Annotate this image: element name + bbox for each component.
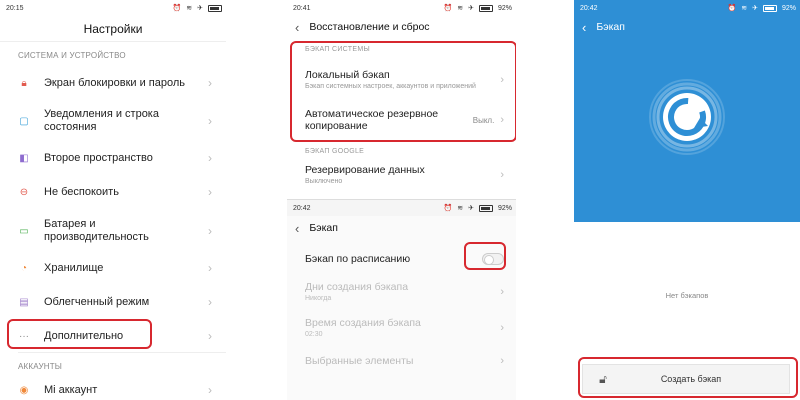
page-title: Бэкап: [596, 21, 625, 33]
chevron-right-icon: ›: [500, 355, 504, 367]
backup-days-title: Дни создания бэкапа: [305, 281, 409, 293]
section-header-system: СИСТЕМА И УСТРОЙСТВО: [18, 51, 126, 60]
chevron-right-icon: ›: [208, 295, 212, 309]
backup-screen: 20:42 ⏰ ≋ ✈ 92% ‹ Бэкап Нет бэкапов 🔓︎ С…: [574, 0, 800, 400]
data-backup-subtitle: Выключено: [305, 178, 343, 185]
storage-icon: ◔: [20, 262, 28, 274]
chevron-right-icon: ›: [208, 185, 212, 199]
settings-item[interactable]: ◧ Второе пространство ›: [0, 142, 226, 174]
airplane-icon: ✈: [468, 204, 474, 212]
settings-item-label: Хранилище: [44, 261, 104, 274]
highlight-more: [7, 319, 152, 349]
page-title: Бэкап: [309, 222, 338, 234]
alarm-icon: ⏰: [727, 4, 737, 12]
section-header-google-backup: БЭКАП GOOGLE: [305, 148, 365, 155]
backup-time-subtitle: 02:30: [305, 331, 323, 338]
second-space-icon: ◧: [19, 152, 29, 164]
chevron-right-icon: ›: [208, 383, 212, 397]
settings-item-label: Облегченный режим: [44, 295, 150, 308]
chevron-right-icon: ›: [500, 169, 504, 181]
back-arrow-icon[interactable]: ‹: [295, 20, 299, 35]
page-title: Настройки: [0, 16, 226, 42]
wifi-icon: ≋: [186, 4, 193, 12]
backup-settings-screen: 20:42 ⏰ ≋ ✈ 92% ‹ Бэкап Бэкап по расписа…: [287, 199, 516, 400]
chevron-right-icon: ›: [208, 224, 212, 238]
chevron-right-icon: ›: [208, 329, 212, 343]
back-arrow-icon[interactable]: ‹: [295, 221, 299, 236]
status-bar: 20:42 ⏰ ≋ ✈ 92%: [574, 0, 800, 16]
status-bar: 20:41 ⏰ ≋ ✈ 92%: [287, 0, 516, 16]
settings-item[interactable]: ⊖ Не беспокоить ›: [0, 174, 226, 210]
reset-screen: 20:41 ⏰ ≋ ✈ 92% ‹ Восстановление и сброс…: [287, 0, 516, 400]
back-arrow-icon[interactable]: ‹: [582, 20, 586, 35]
backup-days-subtitle: Никогда: [305, 295, 332, 302]
empty-state-text: Нет бэкапов: [665, 291, 709, 300]
page-title: Восстановление и сброс: [309, 21, 430, 33]
status-time: 20:41: [293, 4, 311, 12]
battery-icon: [478, 4, 493, 12]
settings-item[interactable]: 🔒︎ Экран блокировки и пароль ›: [0, 66, 226, 100]
lite-mode-icon: ▤: [19, 296, 29, 308]
alarm-icon: ⏰: [443, 204, 453, 212]
battery-icon: ▭: [19, 225, 29, 237]
settings-item-mi-account[interactable]: ◉ Mi аккаунт ›: [0, 379, 226, 400]
backup-time-item[interactable]: Время создания бэкапа 02:30 ›: [287, 310, 516, 346]
settings-item[interactable]: ▤ Облегченный режим ›: [0, 284, 226, 320]
settings-item-label: Второе пространство: [44, 151, 153, 164]
status-bar: 20:15 ⏰ ≋ ✈: [0, 0, 226, 16]
settings-item-label: Батарея и производительность: [44, 218, 149, 243]
data-backup-title: Резервирование данных: [305, 164, 425, 176]
status-bar: 20:42 ⏰ ≋ ✈ 92%: [287, 200, 516, 216]
wifi-icon: ≋: [457, 204, 464, 212]
chevron-right-icon: ›: [208, 76, 212, 90]
highlight-system-backup: [290, 41, 516, 142]
battery-icon: [478, 204, 493, 212]
chevron-right-icon: ›: [208, 261, 212, 275]
battery-icon: [762, 4, 777, 12]
scheduled-backup-title: Бэкап по расписанию: [305, 253, 411, 265]
settings-item-label: Уведомления и строка состояния: [44, 108, 159, 133]
battery-percent: 92%: [781, 4, 796, 12]
selected-items-title: Выбранные элементы: [305, 355, 414, 367]
section-header-accounts: АККАУНТЫ: [18, 362, 63, 371]
status-time: 20:15: [6, 4, 24, 12]
airplane-icon: ✈: [468, 4, 474, 12]
wifi-icon: ≋: [457, 4, 464, 12]
battery-icon: [208, 4, 222, 12]
backup-sync-icon: [648, 78, 726, 156]
chevron-right-icon: ›: [500, 286, 504, 298]
backup-header: 20:42 ⏰ ≋ ✈ 92% ‹ Бэкап: [574, 0, 800, 222]
status-time: 20:42: [293, 204, 311, 212]
settings-item-label: Не беспокоить: [44, 185, 119, 198]
backup-days-item[interactable]: Дни создания бэкапа Никогда ›: [287, 274, 516, 310]
mi-account-icon: ◉: [19, 384, 29, 396]
notification-icon: ▢: [19, 115, 29, 127]
airplane-icon: ✈: [752, 4, 758, 12]
battery-percent: 92%: [497, 4, 512, 12]
battery-percent: 92%: [497, 204, 512, 212]
settings-item-label: Экран блокировки и пароль: [44, 76, 186, 89]
chevron-right-icon: ›: [208, 151, 212, 165]
settings-item-label: Mi аккаунт: [44, 383, 98, 396]
data-backup-item[interactable]: Резервирование данных Выключено ›: [287, 160, 516, 190]
highlight-create-backup: [578, 357, 798, 398]
airplane-icon: ✈: [197, 4, 203, 12]
selected-items-item[interactable]: Выбранные элементы ›: [287, 346, 516, 376]
alarm-icon: ⏰: [443, 4, 453, 12]
lock-icon: 🔒︎: [21, 77, 27, 89]
highlight-toggle: [464, 242, 506, 270]
settings-screen: 20:15 ⏰ ≋ ✈ Настройки СИСТЕМА И УСТРОЙСТ…: [0, 0, 226, 400]
chevron-right-icon: ›: [208, 114, 212, 128]
do-not-disturb-icon: ⊖: [19, 186, 29, 198]
chevron-right-icon: ›: [500, 322, 504, 334]
backup-time-title: Время создания бэкапа: [305, 317, 421, 329]
status-time: 20:42: [580, 4, 598, 12]
settings-item[interactable]: ◔ Хранилище ›: [0, 252, 226, 284]
settings-item[interactable]: ▭ Батарея и производительность ›: [0, 210, 226, 252]
wifi-icon: ≋: [741, 4, 748, 12]
alarm-icon: ⏰: [172, 4, 182, 12]
settings-item[interactable]: ▢ Уведомления и строка состояния ›: [0, 100, 226, 142]
